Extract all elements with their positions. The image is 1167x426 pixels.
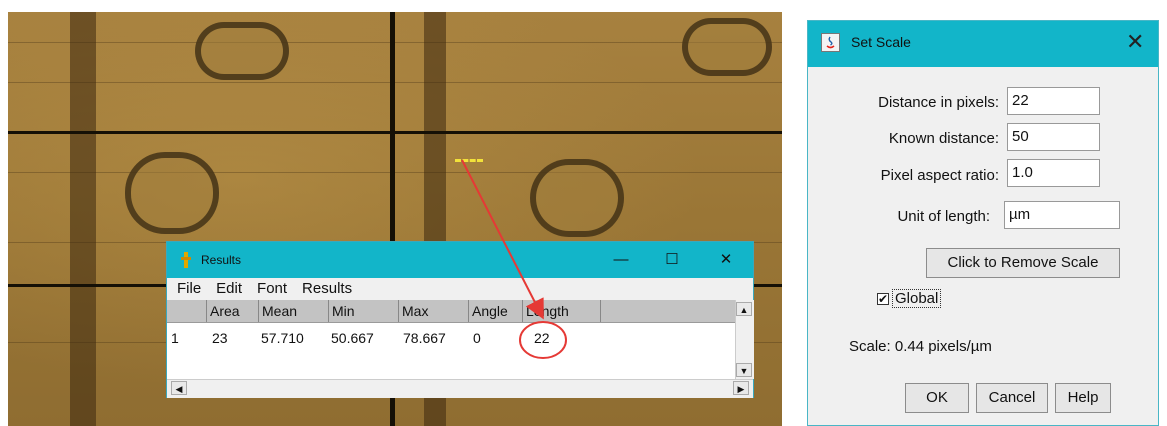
- known-distance-input[interactable]: 50: [1007, 123, 1100, 151]
- cell-mean: 57.710: [261, 330, 304, 346]
- results-title: Results: [201, 253, 242, 267]
- menu-results[interactable]: Results: [302, 280, 352, 297]
- column-header-empty: [600, 300, 735, 322]
- minimize-icon[interactable]: —: [606, 248, 636, 272]
- set-scale-title: Set Scale: [851, 34, 911, 50]
- cell-area: 23: [212, 330, 228, 346]
- imagej-icon: [181, 252, 191, 268]
- java-icon: [821, 33, 840, 52]
- cell-index: 1: [171, 330, 179, 346]
- column-header-max[interactable]: Max: [398, 300, 468, 322]
- column-header-min[interactable]: Min: [328, 300, 398, 322]
- column-header-mean[interactable]: Mean: [258, 300, 328, 322]
- vertical-scrollbar[interactable]: ▲ ▼: [735, 300, 754, 379]
- selection-line[interactable]: [455, 159, 483, 162]
- scroll-right-icon[interactable]: ▶: [733, 381, 749, 395]
- help-button[interactable]: Help: [1055, 383, 1111, 413]
- texture-line: [8, 42, 782, 43]
- scale-readout: Scale: 0.44 pixels/µm: [849, 338, 992, 355]
- unit-length-label: Unit of length:: [897, 208, 990, 225]
- close-icon[interactable]: ✕: [1126, 29, 1144, 55]
- column-header-angle[interactable]: Angle: [468, 300, 522, 322]
- cell-shape: [682, 18, 772, 76]
- global-label[interactable]: Global: [892, 289, 942, 308]
- cell-angle: 0: [473, 330, 481, 346]
- unit-length-input[interactable]: µm: [1004, 201, 1120, 229]
- results-titlebar[interactable]: Results — ☐ ✕: [167, 242, 753, 278]
- dark-band: [70, 12, 96, 426]
- menu-font[interactable]: Font: [257, 280, 287, 297]
- horizontal-scrollbar[interactable]: ◀ ▶: [167, 379, 753, 398]
- set-scale-dialog[interactable]: Set Scale ✕ Distance in pixels: 22 Known…: [807, 20, 1159, 426]
- distance-pixels-label: Distance in pixels:: [878, 94, 999, 111]
- set-scale-titlebar[interactable]: Set Scale ✕: [808, 21, 1158, 67]
- aspect-ratio-label: Pixel aspect ratio:: [880, 167, 999, 184]
- cell-min: 50.667: [331, 330, 374, 346]
- menu-edit[interactable]: Edit: [216, 280, 242, 297]
- column-header-area[interactable]: Area: [206, 300, 258, 322]
- scroll-left-icon[interactable]: ◀: [171, 381, 187, 395]
- cell-length: 22: [534, 330, 550, 346]
- results-table[interactable]: Area Mean Min Max Angle Length 1 23 57.7…: [167, 300, 735, 379]
- maximize-icon[interactable]: ☐: [657, 248, 687, 272]
- ok-button[interactable]: OK: [905, 383, 969, 413]
- cell-shape: [195, 22, 289, 80]
- known-distance-label: Known distance:: [888, 130, 999, 147]
- results-menubar: File Edit Font Results: [167, 278, 753, 298]
- scroll-up-icon[interactable]: ▲: [736, 302, 752, 316]
- menu-file[interactable]: File: [177, 280, 201, 297]
- column-header-index[interactable]: [167, 300, 206, 322]
- aspect-ratio-input[interactable]: 1.0: [1007, 159, 1100, 187]
- grid-line: [8, 131, 782, 134]
- cell-shape: [125, 152, 219, 234]
- cancel-button[interactable]: Cancel: [976, 383, 1048, 413]
- texture-line: [8, 172, 782, 173]
- cell-max: 78.667: [403, 330, 446, 346]
- cell-shape: [530, 159, 624, 237]
- column-header-length[interactable]: Length: [522, 300, 600, 322]
- table-header: Area Mean Min Max Angle Length: [167, 300, 735, 323]
- scroll-down-icon[interactable]: ▼: [736, 363, 752, 377]
- close-icon[interactable]: ✕: [711, 248, 741, 272]
- remove-scale-button[interactable]: Click to Remove Scale: [926, 248, 1120, 278]
- texture-line: [8, 82, 782, 83]
- checkbox-box[interactable]: ✔: [877, 293, 889, 305]
- results-window[interactable]: Results — ☐ ✕ File Edit Font Results Are…: [166, 241, 754, 398]
- distance-pixels-input[interactable]: 22: [1007, 87, 1100, 115]
